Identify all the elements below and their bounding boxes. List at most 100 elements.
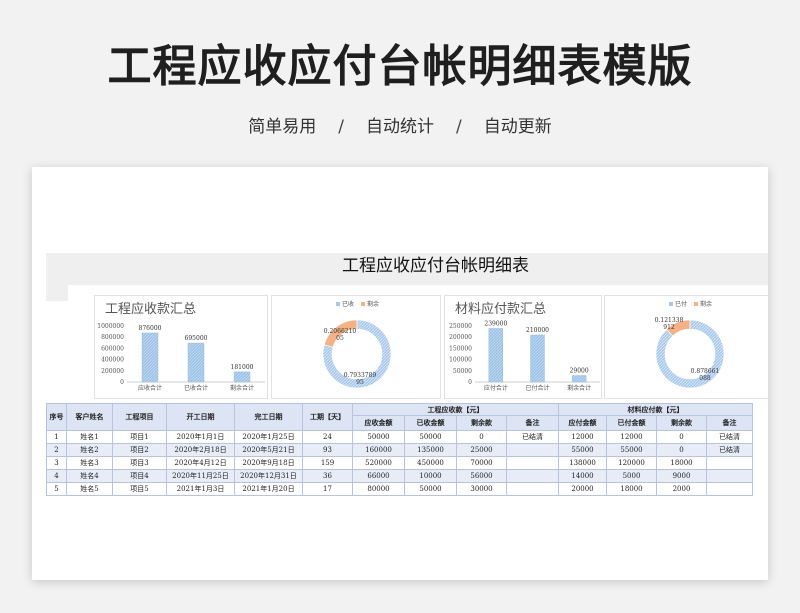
title-band-tab	[46, 285, 68, 301]
payable-bar-svg: 250000 200000 150000 100000 50000 0 239000 应付合计…	[449, 320, 600, 392]
spreadsheet-preview: 工程应收应付台帐明细表 工程应收款汇总 1000000 800000 600000 4…	[32, 167, 768, 580]
table-row: 5 姓名5 项目5 2021年1月3日 2021年1月20日 17 80000 50000 30…	[46, 482, 753, 496]
table-row: 3 姓名3 项目3 2020年4月12日 2020年9月18日 159 520000 4500…	[46, 456, 753, 470]
table-cell: 138000	[558, 456, 607, 470]
bar	[530, 334, 545, 383]
table-cell: 0	[656, 443, 707, 457]
th-index: 序号	[46, 403, 67, 431]
table-cell: 3	[46, 456, 67, 470]
table-cell	[706, 482, 753, 496]
table-cell	[706, 456, 753, 470]
table-cell: 2021年1月3日	[166, 482, 235, 496]
table-cell: 项目2	[112, 443, 167, 457]
y-tick-label: 150000	[449, 345, 472, 352]
table-cell: 2020年1月25日	[234, 430, 303, 444]
table-cell: 30000	[456, 482, 507, 496]
receivable-donut-chart: 已收 剩余 0.7933789 95 0.2066210 05	[271, 295, 441, 399]
table-cell: 160000	[352, 443, 405, 457]
th-project: 工程项目	[112, 403, 167, 431]
sheet-title: 工程应收应付台帐明细表	[342, 256, 529, 276]
table-cell: 520000	[352, 456, 405, 470]
legend-swatch-received	[669, 302, 673, 306]
feature-auto-update: 自动更新	[483, 117, 552, 137]
table-cell: 93	[302, 443, 353, 457]
table-cell: 50000	[404, 482, 457, 496]
feature-separator: /	[338, 117, 344, 137]
table-cell: 56000	[456, 469, 507, 483]
table-cell: 项目1	[112, 430, 167, 444]
legend-swatch-remaining	[361, 302, 365, 306]
table-cell: 66000	[352, 469, 405, 483]
table-cell: 0	[656, 430, 707, 444]
table-row: 2 姓名2 项目2 2020年2月18日 2020年5月21日 93 160000 13500…	[46, 443, 753, 457]
table-cell: 项目5	[112, 482, 167, 496]
legend-label-remaining: 剩余	[700, 300, 712, 308]
receivable-bar-svg: 1000000 800000 600000 400000 200000 0 876000 应收…	[97, 323, 265, 392]
ledger-body: 1 姓名1 项目1 2020年1月1日 2020年1月25日 24 50000 50000 0 已…	[46, 430, 753, 496]
th-payable-group: 材料应付款【元】	[558, 403, 753, 416]
table-cell: 24	[302, 430, 353, 444]
x-tick-label: 已付合计	[525, 384, 549, 392]
payable-donut-svg: 已付 剩余0.121338 9120.878661 088	[655, 300, 725, 389]
ledger-table: 序号 客户姓名 工程项目 开工日期 完工日期 工期【天】 工程应收款【元】 材料…	[46, 403, 753, 496]
table-cell: 2000	[656, 482, 707, 496]
th-received-amount: 已收金额	[404, 415, 457, 431]
table-cell: 2020年5月21日	[234, 443, 303, 457]
receivable-bar-chart: 工程应收款汇总 1000000 800000 600000 400000 200000 0…	[94, 295, 268, 399]
th-payable-amount: 应付金额	[558, 415, 607, 431]
x-tick-label: 应付合计	[484, 384, 508, 392]
table-cell: 20000	[558, 482, 607, 496]
table-cell: 0	[456, 430, 507, 444]
table-cell: 18000	[606, 482, 657, 496]
legend-swatch-remaining	[694, 302, 698, 306]
y-tick-label: 50000	[453, 368, 472, 375]
table-cell	[506, 469, 559, 483]
table-cell: 项目3	[112, 456, 167, 470]
table-cell: 已结清	[706, 443, 753, 457]
table-cell: 5	[46, 482, 67, 496]
th-receivable-group: 工程应收款【元】	[352, 403, 559, 416]
table-cell: 5000	[606, 469, 657, 483]
table-cell: 姓名1	[66, 430, 113, 444]
th-customer: 客户姓名	[66, 403, 113, 431]
payable-bar-chart: 材料应付款汇总 250000 200000 150000 100000 50000 0 23…	[444, 295, 602, 399]
legend-swatch-received	[336, 302, 340, 306]
bar	[141, 332, 159, 383]
table-cell: 项目4	[112, 469, 167, 483]
bar	[233, 371, 251, 383]
table-cell: 135000	[404, 443, 457, 457]
table-cell: 2	[46, 443, 67, 457]
table-cell: 50000	[352, 430, 405, 444]
x-tick-label: 应收合计	[138, 384, 162, 392]
y-tick-label: 200000	[101, 368, 124, 375]
table-cell: 已结清	[506, 430, 559, 444]
y-tick-label: 600000	[101, 345, 124, 352]
table-cell: 2020年2月18日	[166, 443, 235, 457]
table-cell: 25000	[456, 443, 507, 457]
bar	[488, 328, 504, 383]
table-cell: 2020年1月1日	[166, 430, 235, 444]
legend-label-received: 已收	[342, 300, 354, 308]
x-tick-label: 已收合计	[184, 384, 208, 392]
feature-separator: /	[456, 117, 462, 137]
th-end-date: 完工日期	[234, 403, 303, 431]
payable-donut-chart: 已付 剩余 0.121338 912 0.878661 088	[604, 295, 768, 399]
table-cell: 12000	[558, 430, 607, 444]
x-tick-label: 剩余合计	[230, 384, 254, 392]
table-cell: 2021年1月20日	[234, 482, 303, 496]
x-tick-label: 剩余合计	[567, 384, 591, 392]
th-payable-note: 备注	[706, 415, 753, 431]
bar-data-label: 239000	[484, 320, 507, 327]
table-cell: 姓名3	[66, 456, 113, 470]
bar-data-label: 876000	[139, 325, 162, 332]
table-cell: 2020年9月18日	[234, 456, 303, 470]
y-tick-label: 250000	[449, 323, 472, 330]
table-cell: 120000	[606, 456, 657, 470]
legend-label-received: 已付	[675, 300, 687, 308]
bar	[187, 342, 205, 383]
bar	[571, 375, 587, 383]
table-cell: 14000	[558, 469, 607, 483]
table-cell: 450000	[404, 456, 457, 470]
table-cell: 姓名5	[66, 482, 113, 496]
legend-label-remaining: 剩余	[367, 300, 379, 308]
